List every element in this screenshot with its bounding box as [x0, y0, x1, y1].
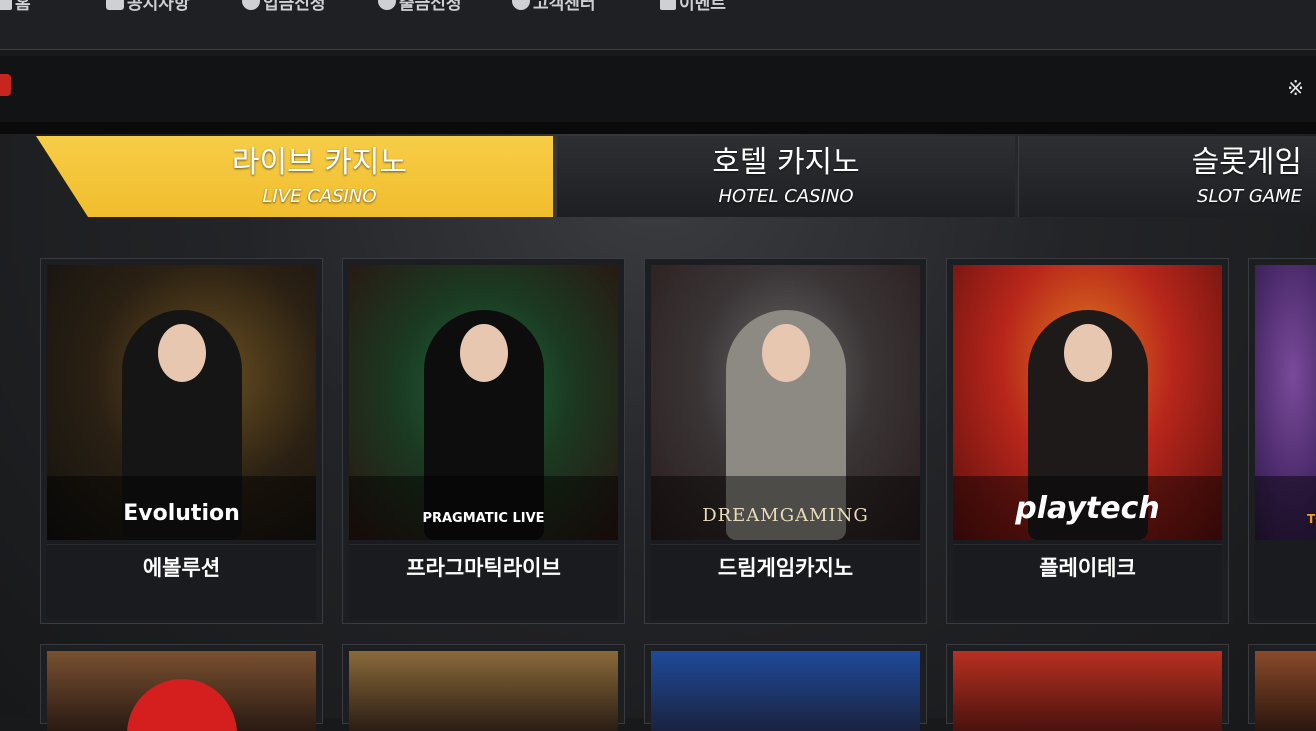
game-card-row2-4[interactable] — [946, 644, 1229, 731]
game-card-row2-3[interactable] — [644, 644, 927, 731]
game-thumbnail — [953, 651, 1222, 731]
tab-slot-game-en: SLOT GAME — [1197, 186, 1302, 207]
tab-slot-game-ko: 슬롯게임 — [1191, 145, 1302, 180]
game-card-tg[interactable]: TG — [1248, 258, 1316, 624]
divider — [0, 122, 1316, 134]
game-card-row2-1[interactable] — [40, 644, 323, 731]
game-card-row2-5[interactable] — [1248, 644, 1316, 731]
tab-slot-game[interactable]: 슬롯게임 SLOT GAME — [1018, 136, 1316, 217]
game-thumbnail — [1255, 651, 1316, 731]
game-thumbnail: TG — [1255, 265, 1316, 540]
dreamgaming-logo: DREAMGAMING — [702, 505, 869, 526]
game-card-row2-2[interactable] — [342, 644, 625, 731]
game-thumbnail: playtech — [953, 265, 1222, 540]
nav-event-label: 이벤트 — [679, 0, 726, 14]
evolution-logo: Evolution — [123, 501, 240, 526]
tab-hotel-casino-ko: 호텔 카지노 — [712, 145, 860, 180]
game-name: 드림게임카지노 — [651, 544, 920, 591]
tab-live-casino-ko: 라이브 카지노 — [231, 145, 408, 180]
bell-icon — [106, 0, 124, 10]
logo-band — [1255, 476, 1316, 540]
notice-close-button[interactable]: ※ — [1287, 76, 1304, 100]
pragmatic-logo: PRAGMATIC LIVE — [422, 511, 545, 526]
nav-event[interactable]: 이벤트 — [660, 0, 726, 14]
nav-deposit-label: 입금신청 — [263, 0, 326, 14]
nav-withdraw-label: 출금신청 — [399, 0, 462, 14]
coin-icon — [242, 0, 260, 10]
game-card-evolution[interactable]: Evolution 에볼루션 — [40, 258, 323, 624]
nav-home[interactable]: 홈 — [0, 0, 31, 14]
nav-home-label: 홈 — [15, 0, 31, 14]
tg-logo: TG — [1307, 512, 1316, 526]
game-thumbnail — [651, 651, 920, 731]
nav-notice[interactable]: 공지사항 — [106, 0, 190, 14]
game-thumbnail: PRAGMATIC LIVE — [349, 265, 618, 540]
notice-badge — [0, 74, 11, 96]
game-thumbnail: DREAMGAMING — [651, 265, 920, 540]
tab-hotel-casino[interactable]: 호텔 카지노 HOTEL CASINO — [556, 136, 1015, 217]
gift-icon — [660, 0, 676, 10]
game-card-playtech[interactable]: playtech 플레이테크 — [946, 258, 1229, 624]
game-thumbnail: Evolution — [47, 265, 316, 540]
tab-live-casino[interactable]: 라이브 카지노 LIVE CASINO — [36, 136, 553, 217]
coin-icon — [378, 0, 396, 10]
playtech-logo: playtech — [1015, 491, 1160, 526]
game-name: 에볼루션 — [47, 544, 316, 591]
nav-support[interactable]: 고객센터 — [512, 0, 596, 14]
game-thumbnail — [349, 651, 618, 731]
top-nav: 홈 공지사항 입금신청 출금신청 고객센터 이벤트 — [0, 0, 1316, 50]
game-name: 플레이테크 — [953, 544, 1222, 591]
notice-bar: ※ — [0, 56, 1316, 122]
nav-deposit[interactable]: 입금신청 — [242, 0, 326, 14]
tab-hotel-casino-en: HOTEL CASINO — [718, 186, 854, 207]
game-card-dreamgaming[interactable]: DREAMGAMING 드림게임카지노 — [644, 258, 927, 624]
game-thumbnail — [47, 651, 316, 731]
nav-withdraw[interactable]: 출금신청 — [378, 0, 462, 14]
nav-support-label: 고객센터 — [533, 0, 596, 14]
nav-notice-label: 공지사항 — [127, 0, 190, 14]
game-name: 프라그마틱라이브 — [349, 544, 618, 591]
home-icon — [0, 0, 12, 10]
chat-icon — [512, 0, 530, 10]
santa-hat-image — [127, 679, 237, 731]
game-card-pragmatic[interactable]: PRAGMATIC LIVE 프라그마틱라이브 — [342, 258, 625, 624]
tab-live-casino-en: LIVE CASINO — [262, 186, 377, 207]
logo-band — [349, 476, 618, 540]
